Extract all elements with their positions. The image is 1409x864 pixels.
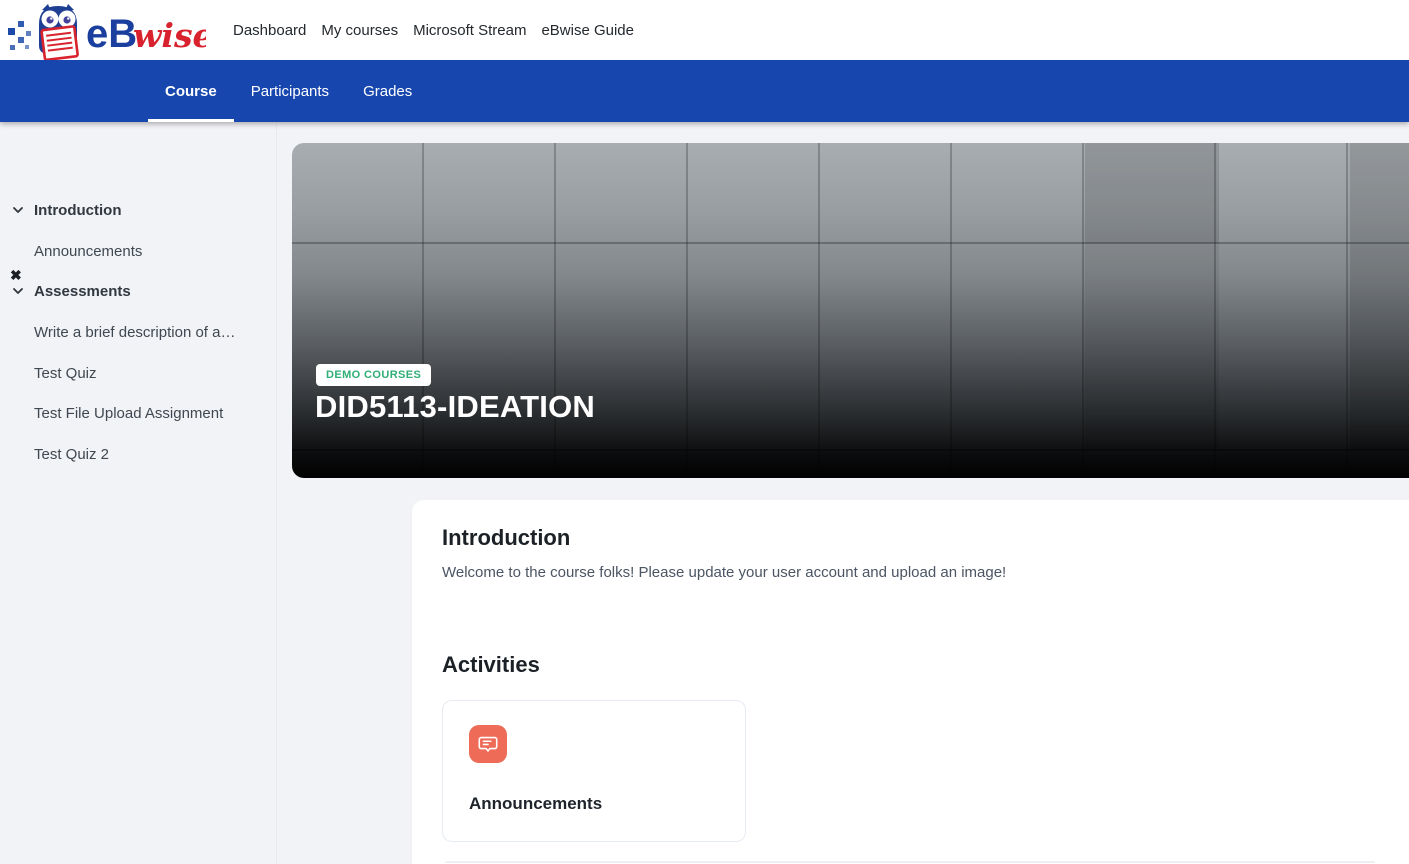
sidebar-item-test-file-upload[interactable]: Test File Upload Assignment xyxy=(0,402,277,424)
sidebar-item-label: Test Quiz 2 xyxy=(34,446,109,463)
book-icon xyxy=(41,26,77,60)
brand-text-bold: eB xyxy=(86,12,137,56)
tile-shade xyxy=(1085,143,1219,243)
logo-pixels-decoration xyxy=(8,21,31,50)
nav-link-my-courses[interactable]: My courses xyxy=(321,16,398,45)
sidebar-item-test-quiz[interactable]: Test Quiz xyxy=(0,362,277,384)
tile-shade xyxy=(1350,143,1409,450)
next-section-divider xyxy=(445,861,1375,863)
welcome-text: Welcome to the course folks! Please upda… xyxy=(442,564,1006,581)
course-category-badge[interactable]: DEMO COURSES xyxy=(316,364,431,386)
nav-link-microsoft-stream[interactable]: Microsoft Stream xyxy=(413,16,526,45)
course-index-sidebar: ✖ Introduction Announcements Assessments… xyxy=(0,122,277,864)
sidebar-section-label: Introduction xyxy=(34,202,121,219)
course-title: DID5113-IDEATION xyxy=(315,389,595,425)
tile-pattern-decoration xyxy=(292,143,1409,478)
main-content: DEMO COURSES DID5113-IDEATION Introducti… xyxy=(277,122,1409,864)
sidebar-item-test-quiz-2[interactable]: Test Quiz 2 xyxy=(0,443,277,465)
section-heading-introduction: Introduction xyxy=(442,525,570,551)
nav-link-dashboard[interactable]: Dashboard xyxy=(233,16,306,45)
tile-seam xyxy=(292,242,1409,244)
course-navbar: Course Participants Grades xyxy=(0,60,1409,122)
sidebar-item-label: Test File Upload Assignment xyxy=(34,405,223,422)
tile-seam xyxy=(292,449,1409,451)
section-heading-activities: Activities xyxy=(442,652,540,678)
tab-course[interactable]: Course xyxy=(148,60,234,122)
activity-label: Announcements xyxy=(469,794,602,814)
sidebar-section-introduction[interactable]: Introduction xyxy=(0,199,277,221)
ebwise-logo[interactable]: eB wise xyxy=(6,2,206,60)
sidebar-item-write-description[interactable]: Write a brief description of a… xyxy=(0,321,277,343)
tab-grades[interactable]: Grades xyxy=(346,60,429,122)
chevron-down-icon[interactable] xyxy=(11,203,25,217)
tile-shade xyxy=(1085,243,1219,450)
tab-participants[interactable]: Participants xyxy=(234,60,346,122)
activity-card-announcements[interactable]: Announcements xyxy=(442,700,746,842)
nav-link-ebwise-guide[interactable]: eBwise Guide xyxy=(541,16,634,45)
course-content-card: Introduction Welcome to the course folks… xyxy=(412,500,1409,864)
brand-text-script: wise xyxy=(133,16,206,55)
course-hero-banner: DEMO COURSES DID5113-IDEATION xyxy=(292,143,1409,478)
sidebar-item-label: Write a brief description of a… xyxy=(34,324,235,341)
sidebar-item-label: Test Quiz xyxy=(34,365,97,382)
sidebar-item-announcements[interactable]: Announcements xyxy=(0,240,277,262)
top-header: eB wise Dashboard My courses Microsoft S… xyxy=(0,0,1409,60)
top-navigation: Dashboard My courses Microsoft Stream eB… xyxy=(233,0,634,60)
forum-icon xyxy=(469,725,507,763)
page: eB wise Dashboard My courses Microsoft S… xyxy=(0,0,1409,864)
sidebar-section-label: Assessments xyxy=(34,283,131,300)
sidebar-section-assessments[interactable]: Assessments xyxy=(0,280,277,302)
chevron-down-icon[interactable] xyxy=(11,284,25,298)
sidebar-item-label: Announcements xyxy=(34,243,142,260)
